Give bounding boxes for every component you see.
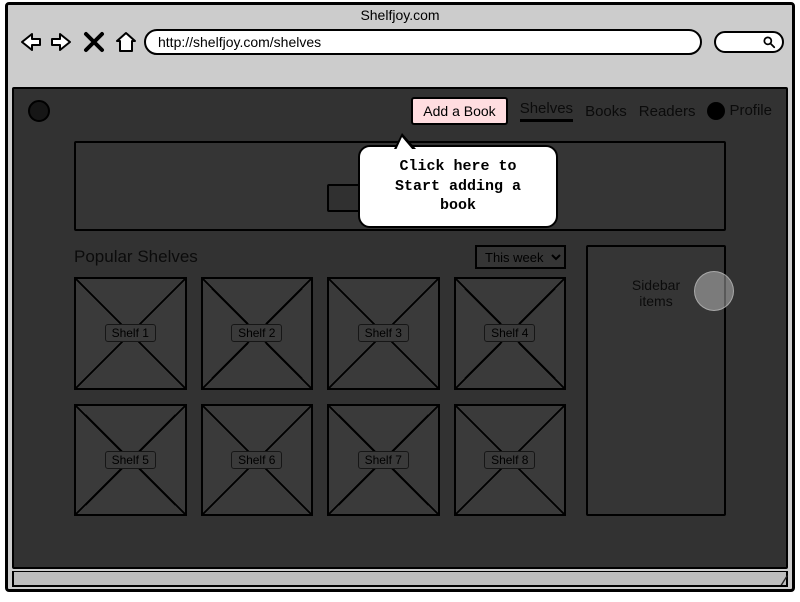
shelf-tile[interactable]: Shelf 3 [327, 277, 440, 390]
section-title: Popular Shelves [74, 247, 198, 267]
home-button[interactable] [112, 29, 140, 55]
status-bar: ⁄⁄ [12, 571, 788, 587]
shelf-label: Shelf 3 [358, 324, 409, 342]
nav-readers[interactable]: Readers [639, 103, 696, 120]
search-icon [762, 35, 776, 49]
window-title: Shelfjoy.com [8, 5, 792, 25]
profile-avatar-icon [707, 102, 725, 120]
stop-button[interactable] [80, 29, 108, 55]
arrow-right-icon [50, 30, 74, 54]
search-box[interactable] [714, 31, 784, 53]
back-button[interactable] [16, 29, 44, 55]
site-logo[interactable] [28, 100, 50, 122]
time-filter-select[interactable]: This week [475, 245, 566, 269]
nav-shelves[interactable]: Shelves [520, 100, 573, 122]
add-book-button[interactable]: Add a Book [411, 97, 507, 125]
browser-toolbar [8, 25, 792, 65]
shelf-tile[interactable]: Shelf 2 [201, 277, 314, 390]
close-icon [82, 30, 106, 54]
browser-window: Shelfjoy.com Add a Book Shelves Books Re… [5, 2, 795, 592]
home-icon [114, 30, 138, 54]
shelf-label: Shelf 4 [484, 324, 535, 342]
shelf-grid: Shelf 1 Shelf 2 Shelf 3 Shelf 4 Shelf 5 … [74, 277, 566, 516]
nav-books[interactable]: Books [585, 103, 627, 120]
shelf-tile[interactable]: Shelf 8 [454, 404, 567, 517]
url-input[interactable] [144, 29, 702, 55]
shelf-label: Shelf 1 [105, 324, 156, 342]
arrow-left-icon [18, 30, 42, 54]
shelf-label: Shelf 8 [484, 451, 535, 469]
shelf-tile[interactable]: Shelf 4 [454, 277, 567, 390]
site-header: Add a Book Shelves Books Readers Profile [14, 89, 786, 131]
nav-profile[interactable]: Profile [707, 102, 772, 120]
shelves-section: Popular Shelves This week Shelf 1 Shelf … [74, 245, 566, 516]
shelf-tile[interactable]: Shelf 1 [74, 277, 187, 390]
shelf-tile[interactable]: Shelf 7 [327, 404, 440, 517]
sidebar: Sidebaritems [586, 245, 726, 516]
shelf-tile[interactable]: Shelf 5 [74, 404, 187, 517]
shelf-label: Shelf 6 [231, 451, 282, 469]
coach-tooltip: Click here to Start adding a book [358, 145, 558, 228]
shelf-label: Shelf 2 [231, 324, 282, 342]
nav-profile-label: Profile [729, 102, 772, 119]
forward-button[interactable] [48, 29, 76, 55]
shelf-label: Shelf 7 [358, 451, 409, 469]
shelf-tile[interactable]: Shelf 6 [201, 404, 314, 517]
sidebar-label: Sidebaritems [588, 277, 724, 309]
shelf-label: Shelf 5 [105, 451, 156, 469]
